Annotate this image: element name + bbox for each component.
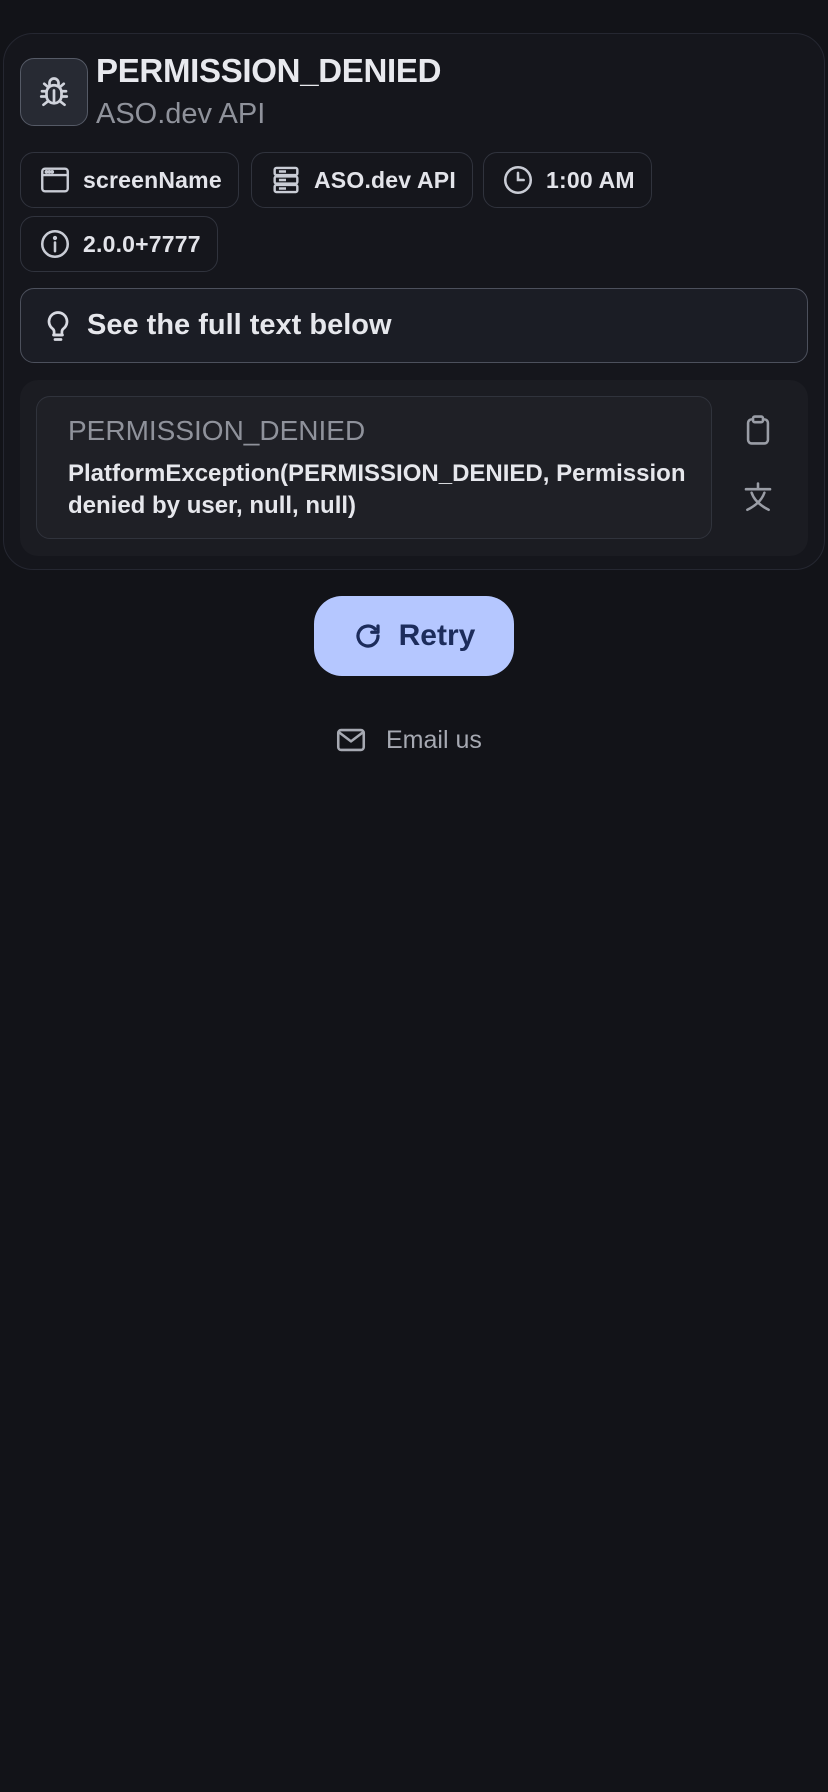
retry-button[interactable]: Retry — [314, 596, 514, 676]
error-title: PERMISSION_DENIED — [96, 52, 442, 89]
bug-icon — [39, 77, 69, 107]
translate-icon — [744, 482, 772, 512]
chip-api-source: ASO.dev API — [251, 152, 473, 208]
clipboard-icon — [746, 415, 770, 445]
chip-time: 1:00 AM — [483, 152, 652, 208]
chip-version: 2.0.0+7777 — [20, 216, 218, 272]
retry-label: Retry — [398, 619, 476, 652]
browser-window-icon — [37, 162, 73, 198]
server-icon — [268, 162, 304, 198]
hint-banner: See the full text below — [20, 288, 808, 363]
chip-label: 1:00 AM — [546, 166, 635, 193]
error-icon-badge — [20, 58, 88, 126]
info-icon — [37, 226, 73, 262]
mail-icon — [336, 728, 366, 752]
error-code: PERMISSION_DENIED — [68, 415, 366, 446]
clock-icon — [500, 162, 536, 198]
hint-label: See the full text below — [87, 309, 392, 341]
chip-label: ASO.dev API — [314, 166, 456, 193]
refresh-icon — [356, 624, 380, 648]
email-us-link[interactable]: Email us — [334, 718, 482, 762]
chip-label: 2.0.0+7777 — [83, 230, 201, 257]
copy-button[interactable] — [736, 408, 780, 452]
translate-button[interactable] — [736, 475, 780, 519]
lightbulb-icon — [39, 307, 77, 345]
chip-label: screenName — [83, 166, 222, 193]
email-us-label: Email us — [386, 725, 482, 754]
chip-screen-name: screenName — [20, 152, 239, 208]
error-source: ASO.dev API — [96, 98, 266, 130]
error-message[interactable]: PlatformException(PERMISSION_DENIED, Per… — [68, 458, 688, 522]
